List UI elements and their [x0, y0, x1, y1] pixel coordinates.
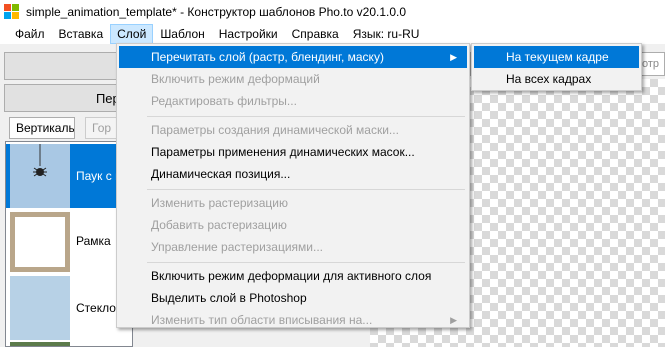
menu-item-select-in-photoshop[interactable]: Выделить слой в Photoshop [119, 287, 467, 309]
layer-label-glass: Стекло [76, 301, 116, 315]
layer-row-frame[interactable]: Рамка [6, 210, 132, 274]
menu-item-change-rasterization[interactable]: Изменить растеризацию [119, 192, 467, 214]
layer-label-spider: Паук с г [76, 169, 120, 183]
menu-item-reread-layer[interactable]: Перечитать слой (растр, блендинг, маску)… [119, 46, 467, 68]
menu-language[interactable]: Язык: ru-RU [346, 24, 427, 44]
menu-item-dynamic-mask-create[interactable]: Параметры создания динамической маски... [119, 119, 467, 141]
menu-settings[interactable]: Настройки [212, 24, 285, 44]
app-window: simple_animation_template* - Конструктор… [0, 0, 665, 347]
menu-item-change-fit-area[interactable]: Изменить тип области вписывания на... ▶ [119, 309, 467, 331]
menu-item-enable-deformation[interactable]: Включить режим деформаций [119, 68, 467, 90]
app-logo-icon [4, 4, 20, 20]
submenu-item-current-frame[interactable]: На текущем кадре [474, 46, 639, 68]
menu-item-deformation-active-layer[interactable]: Включить режим деформации для активного … [119, 265, 467, 287]
title-bar: simple_animation_template* - Конструктор… [0, 0, 665, 24]
spider-thumbnail-icon [10, 144, 70, 208]
menu-separator [147, 116, 465, 117]
menu-insert[interactable]: Вставка [52, 24, 111, 44]
layer-label-frame: Рамка [76, 234, 111, 248]
submenu-arrow-icon: ▶ [450, 52, 457, 62]
menu-layer[interactable]: Слой [110, 24, 154, 44]
panel-top-button[interactable] [4, 52, 132, 80]
photo-thumbnail-icon [10, 342, 70, 346]
menu-bar: Файл Вставка Слой Шаблон Настройки Справ… [0, 24, 665, 44]
layer-row-spider[interactable]: Паук с г [6, 144, 132, 208]
menu-separator [147, 189, 465, 190]
menu-item-add-rasterization[interactable]: Добавить растеризацию [119, 214, 467, 236]
glass-thumbnail-icon [10, 276, 70, 340]
menu-item-dynamic-mask-apply[interactable]: Параметры применения динамических масок.… [119, 141, 467, 163]
layers-list[interactable]: Паук с г Рамка Стекло [5, 141, 133, 347]
layer-row-glass[interactable]: Стекло [6, 276, 132, 340]
menu-separator [147, 262, 465, 263]
layer-row-photo[interactable] [6, 342, 132, 346]
layer-menu-dropdown: Перечитать слой (растр, блендинг, маску)… [116, 43, 470, 328]
menu-help[interactable]: Справка [285, 24, 346, 44]
menu-item-manage-rasterizations[interactable]: Управление растеризациями... [119, 236, 467, 258]
panel-second-button[interactable]: Пере [4, 84, 132, 112]
frame-thumbnail-icon [10, 212, 70, 272]
menu-file[interactable]: Файл [0, 24, 52, 44]
top-right-partial-text: отр [642, 58, 660, 70]
menu-item-edit-filters[interactable]: Редактировать фильтры... [119, 90, 467, 112]
submenu-item-all-frames[interactable]: На всех кадрах [474, 68, 639, 90]
menu-item-dynamic-position[interactable]: Динамическая позиция... [119, 163, 467, 185]
reread-submenu: На текущем кадре На всех кадрах [471, 43, 642, 91]
menu-template[interactable]: Шаблон [153, 24, 211, 44]
window-title: simple_animation_template* - Конструктор… [26, 5, 407, 19]
submenu-arrow-icon: ▶ [450, 315, 457, 325]
vertical-button[interactable]: Вертикаль [9, 117, 75, 139]
